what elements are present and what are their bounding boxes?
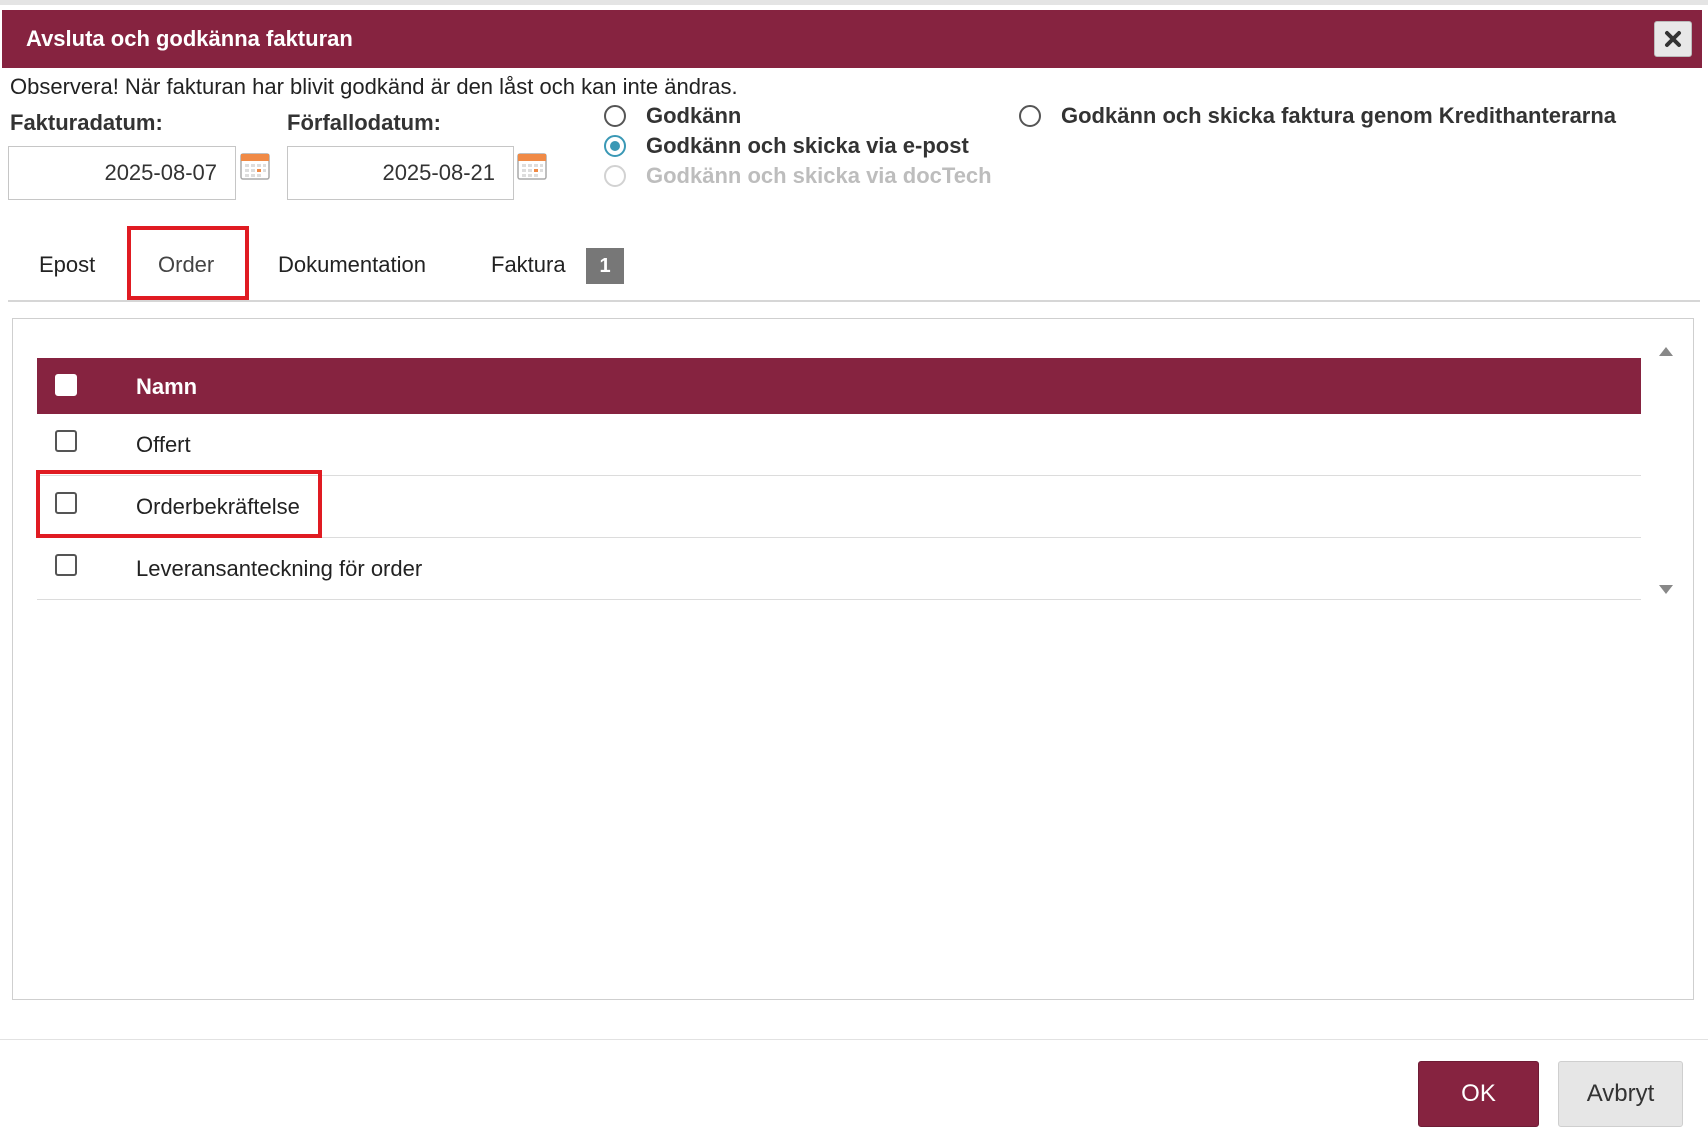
radio-button[interactable] bbox=[604, 135, 626, 157]
lock-notice: Observera! När fakturan har blivit godkä… bbox=[10, 74, 738, 99]
tab-epost[interactable]: Epost bbox=[39, 252, 95, 278]
table-header: Namn bbox=[37, 358, 1641, 414]
table-row: Orderbekräftelse bbox=[37, 476, 1641, 538]
cancel-button[interactable]: Avbryt bbox=[1558, 1061, 1683, 1127]
close-button[interactable] bbox=[1654, 21, 1692, 57]
table-row: Offert bbox=[37, 414, 1641, 476]
radio-approve[interactable]: Godkänn bbox=[604, 103, 741, 129]
column-header-name: Namn bbox=[136, 374, 198, 399]
table-row: Leveransanteckning för order bbox=[37, 538, 1641, 600]
scrollbar[interactable] bbox=[1655, 347, 1679, 599]
document-table: Namn Offert Orderbekräftelse Leveransant… bbox=[37, 358, 1641, 600]
radio-button[interactable] bbox=[604, 105, 626, 127]
ok-button[interactable]: OK bbox=[1418, 1061, 1539, 1127]
dialog-title-bar: Avsluta och godkänna fakturan bbox=[2, 10, 1702, 68]
due-date-label: Förfallodatum: bbox=[287, 110, 441, 135]
select-all-checkbox[interactable] bbox=[55, 374, 77, 396]
tab-faktura[interactable]: Faktura bbox=[491, 252, 566, 278]
row-checkbox[interactable] bbox=[55, 430, 77, 452]
radio-button[interactable] bbox=[1019, 105, 1041, 127]
footer-divider bbox=[0, 1039, 1708, 1040]
window-top-border bbox=[0, 0, 1708, 5]
invoice-date-label: Fakturadatum: bbox=[10, 110, 163, 135]
tab-bar: Epost Order Dokumentation Faktura 1 bbox=[8, 226, 1700, 302]
radio-approve-doctech-label: Godkänn och skicka via docTech bbox=[646, 163, 992, 188]
invoice-date-input[interactable] bbox=[8, 146, 236, 200]
due-date-input[interactable] bbox=[287, 146, 514, 200]
order-panel: Namn Offert Orderbekräftelse Leveransant… bbox=[12, 318, 1694, 1000]
row-name: Offert bbox=[136, 432, 191, 457]
radio-approve-email-label: Godkänn och skicka via e-post bbox=[646, 133, 969, 158]
scroll-up-arrow-icon[interactable] bbox=[1659, 347, 1673, 356]
row-name: Orderbekräftelse bbox=[136, 494, 300, 519]
dialog-title: Avsluta och godkänna fakturan bbox=[26, 26, 353, 51]
scroll-down-arrow-icon[interactable] bbox=[1659, 585, 1673, 594]
tab-dokumentation[interactable]: Dokumentation bbox=[278, 252, 426, 278]
radio-approve-kredithanterarna-label: Godkänn och skicka faktura genom Kredith… bbox=[1061, 103, 1617, 128]
calendar-icon[interactable] bbox=[240, 152, 270, 180]
close-icon bbox=[1665, 31, 1681, 47]
radio-button bbox=[604, 165, 626, 187]
row-checkbox[interactable] bbox=[55, 554, 77, 576]
row-name: Leveransanteckning för order bbox=[136, 556, 423, 581]
tab-order[interactable]: Order bbox=[158, 252, 214, 278]
radio-approve-email[interactable]: Godkänn och skicka via e-post bbox=[604, 133, 969, 159]
faktura-count-badge: 1 bbox=[586, 248, 624, 284]
radio-approve-kredithanterarna[interactable]: Godkänn och skicka faktura genom Kredith… bbox=[1019, 103, 1616, 129]
calendar-icon[interactable] bbox=[517, 152, 547, 180]
radio-approve-label: Godkänn bbox=[646, 103, 742, 128]
radio-approve-doctech: Godkänn och skicka via docTech bbox=[604, 163, 992, 189]
row-checkbox[interactable] bbox=[55, 492, 77, 514]
